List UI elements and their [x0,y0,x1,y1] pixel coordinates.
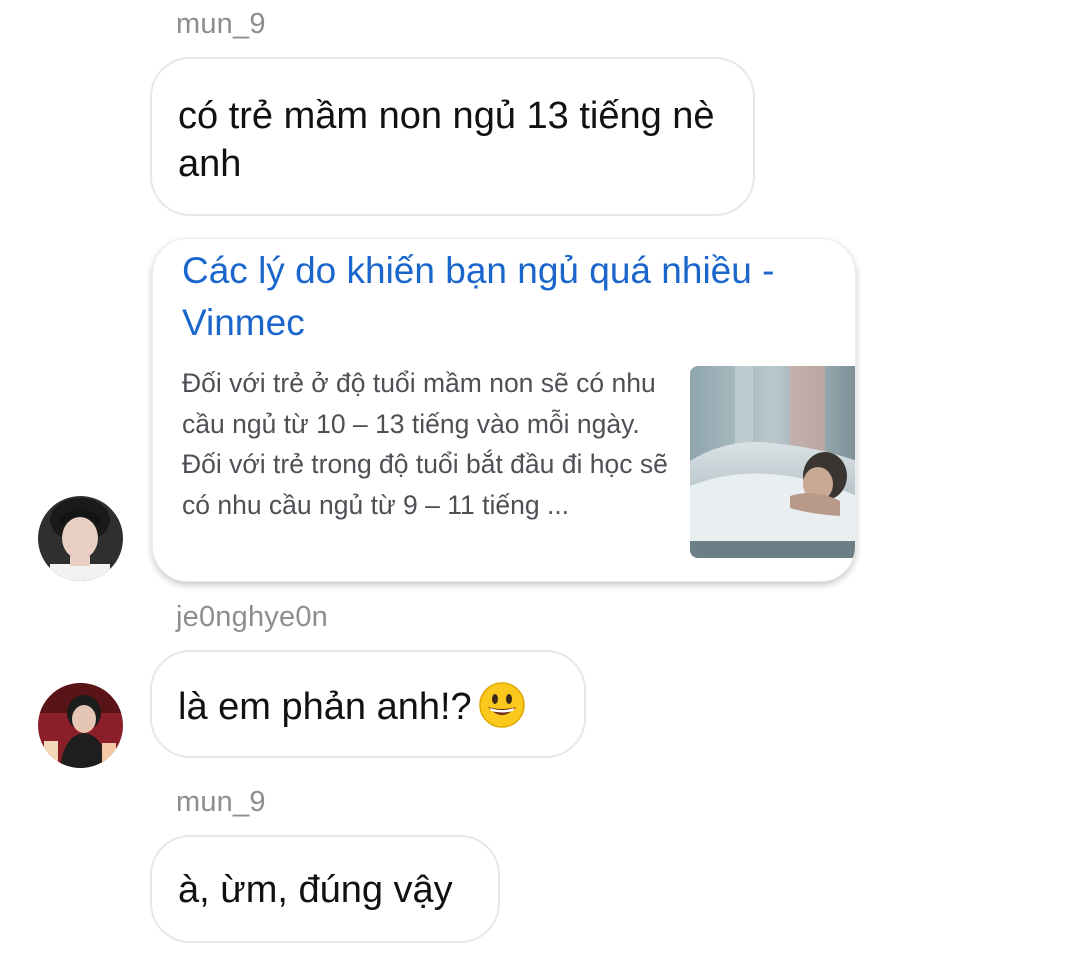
avatar[interactable] [38,496,123,581]
grinning-face-icon [478,681,526,729]
sender-name: mun_9 [176,786,266,818]
message-bubble[interactable]: à, ừm, đúng vậy [150,835,500,943]
avatar[interactable] [38,683,123,768]
message-text: à, ừm, đúng vậy [178,869,453,911]
sender-name: je0nghye0n [176,601,328,633]
sender-name: mun_9 [176,8,266,40]
message-bubble[interactable]: có trẻ mầm non ngủ 13 tiếng nè anh [150,57,755,216]
link-snippet: Đối với trẻ ở độ tuổi mầm non sẽ có nhu … [182,368,668,520]
link-title[interactable]: Các lý do khiến bạn ngủ quá nhiều - Vinm… [182,245,842,349]
link-preview-card[interactable]: Các lý do khiến bạn ngủ quá nhiều - Vinm… [152,238,856,582]
link-thumbnail-image [690,366,855,558]
message-text: có trẻ mầm non ngủ 13 tiếng nè anh [178,95,715,185]
message-text: là em phản anh!? [178,686,472,728]
message-bubble[interactable]: là em phản anh!? [150,650,586,758]
